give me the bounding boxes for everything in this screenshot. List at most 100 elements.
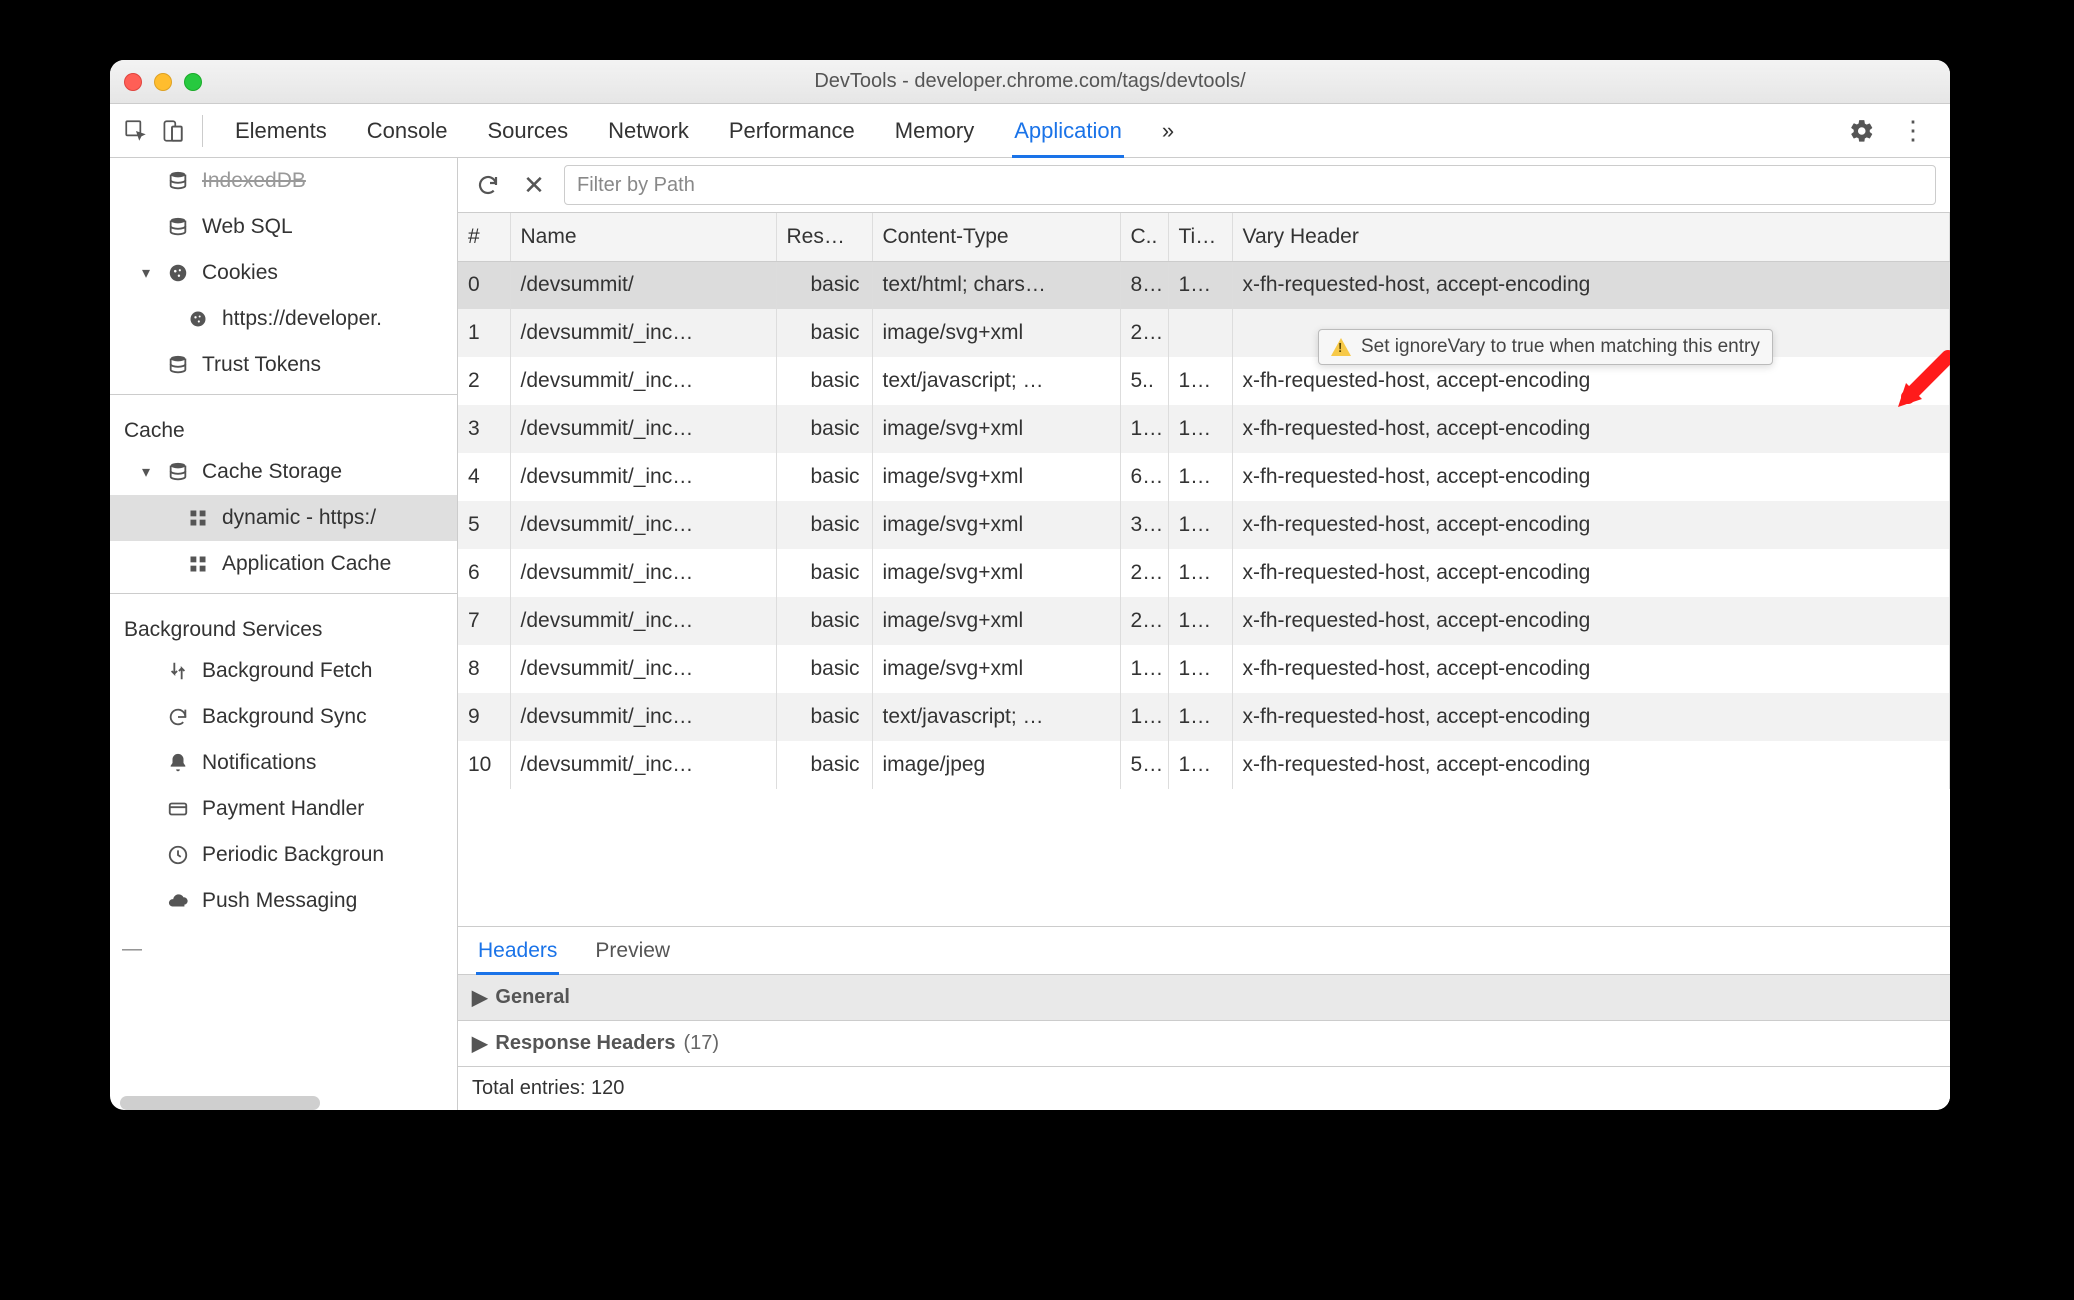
sidebar-item-notifications[interactable]: Notifications <box>110 740 457 786</box>
table-row[interactable]: 9/devsummit/_inc…basictext/javascript; …… <box>458 693 1950 741</box>
col-header-index[interactable]: # <box>458 213 510 261</box>
tab-application[interactable]: Application <box>1012 106 1124 156</box>
table-cell: 1… <box>1168 261 1232 309</box>
table-cell: 2… <box>1120 309 1168 357</box>
minimize-window-button[interactable] <box>154 73 172 91</box>
total-entries: Total entries: 120 <box>458 1067 1950 1110</box>
zoom-window-button[interactable] <box>184 73 202 91</box>
refresh-icon[interactable] <box>472 169 504 201</box>
table-cell: x-fh-requested-host, accept-encoding <box>1232 549 1950 597</box>
sidebar-scrollbar[interactable] <box>120 1096 320 1110</box>
table-row[interactable]: 8/devsummit/_inc…basicimage/svg+xml1…1…x… <box>458 645 1950 693</box>
sidebar-item-cache-dynamic[interactable]: dynamic - https:/ <box>110 495 457 541</box>
warning-icon <box>1331 338 1351 356</box>
sidebar-item-payment-handler[interactable]: Payment Handler <box>110 786 457 832</box>
application-sidebar: IndexedDB Web SQL Cookies https://develo… <box>110 158 458 1110</box>
section-label: Response Headers <box>495 1032 675 1055</box>
col-header-vary[interactable]: Vary Header <box>1232 213 1950 261</box>
table-header-row: # Name Res… Content-Type C.. Ti… Vary He… <box>458 213 1950 261</box>
inspect-element-icon[interactable] <box>120 115 152 147</box>
sidebar-item-periodic-bg[interactable]: Periodic Backgroun <box>110 832 457 878</box>
sidebar-item-cookie-origin[interactable]: https://developer. <box>110 296 457 342</box>
sidebar-item-bg-fetch[interactable]: Background Fetch <box>110 648 457 694</box>
table-cell: 1… <box>1168 501 1232 549</box>
table-cell: image/svg+xml <box>872 645 1120 693</box>
table-cell: /devsummit/_inc… <box>510 405 776 453</box>
table-cell: 6… <box>1120 453 1168 501</box>
table-cell: 4 <box>458 453 510 501</box>
table-cell: basic <box>776 693 872 741</box>
sidebar-resizer[interactable]: — <box>122 938 130 961</box>
table-row[interactable]: 3/devsummit/_inc…basicimage/svg+xml1…1…x… <box>458 405 1950 453</box>
table-cell: basic <box>776 645 872 693</box>
col-header-content-length[interactable]: C.. <box>1120 213 1168 261</box>
tab-console[interactable]: Console <box>365 106 450 156</box>
sidebar-item-label: IndexedDB <box>202 169 306 193</box>
table-row[interactable]: 4/devsummit/_inc…basicimage/svg+xml6…1…x… <box>458 453 1950 501</box>
table-cell: 5 <box>458 501 510 549</box>
table-row[interactable]: 0/devsummit/basictext/html; chars…8…1…x-… <box>458 261 1950 309</box>
table-cell: /devsummit/_inc… <box>510 741 776 789</box>
tab-headers[interactable]: Headers <box>476 929 559 973</box>
sidebar-item-label: Application Cache <box>222 552 391 576</box>
sidebar-item-indexeddb[interactable]: IndexedDB <box>110 158 457 204</box>
table-cell: image/svg+xml <box>872 501 1120 549</box>
table-row[interactable]: 7/devsummit/_inc…basicimage/svg+xml2…1…x… <box>458 597 1950 645</box>
table-cell: image/svg+xml <box>872 597 1120 645</box>
col-header-content-type[interactable]: Content-Type <box>872 213 1120 261</box>
tab-sources[interactable]: Sources <box>485 106 570 156</box>
sidebar-item-cookies[interactable]: Cookies <box>110 250 457 296</box>
sidebar-item-cache-storage[interactable]: Cache Storage <box>110 449 457 495</box>
table-cell <box>1168 309 1232 357</box>
col-header-time[interactable]: Ti… <box>1168 213 1232 261</box>
tab-elements[interactable]: Elements <box>233 106 329 156</box>
sidebar-item-label: Trust Tokens <box>202 353 321 377</box>
table-cell: 1… <box>1168 453 1232 501</box>
sidebar-item-trust-tokens[interactable]: Trust Tokens <box>110 342 457 388</box>
tab-performance[interactable]: Performance <box>727 106 857 156</box>
table-cell: x-fh-requested-host, accept-encoding <box>1232 501 1950 549</box>
table-cell: 1… <box>1168 645 1232 693</box>
delete-selected-icon[interactable]: ✕ <box>518 169 550 201</box>
section-response-headers[interactable]: ▶ Response Headers (17) <box>458 1021 1950 1067</box>
table-row[interactable]: 10/devsummit/_inc…basicimage/jpeg5…1…x-f… <box>458 741 1950 789</box>
section-general[interactable]: ▶ General <box>458 975 1950 1021</box>
section-label: General <box>495 986 569 1009</box>
table-cell: /devsummit/_inc… <box>510 501 776 549</box>
table-cell: 5… <box>1120 741 1168 789</box>
tab-memory[interactable]: Memory <box>893 106 976 156</box>
sidebar-item-websql[interactable]: Web SQL <box>110 204 457 250</box>
table-cell: x-fh-requested-host, accept-encoding <box>1232 261 1950 309</box>
table-cell: 8… <box>1120 261 1168 309</box>
table-cell: basic <box>776 501 872 549</box>
table-cell: basic <box>776 597 872 645</box>
bell-icon <box>166 751 190 775</box>
more-menu-icon[interactable]: ⋮ <box>1898 115 1930 147</box>
tab-network[interactable]: Network <box>606 106 691 156</box>
tab-more[interactable]: » <box>1160 106 1176 156</box>
device-toolbar-icon[interactable] <box>156 115 188 147</box>
table-row[interactable]: 6/devsummit/_inc…basicimage/svg+xml2…1…x… <box>458 549 1950 597</box>
headers-details: ▶ General ▶ Response Headers (17) Total … <box>458 975 1950 1110</box>
table-cell: /devsummit/_inc… <box>510 693 776 741</box>
close-window-button[interactable] <box>124 73 142 91</box>
table-cell: basic <box>776 741 872 789</box>
filter-input[interactable] <box>564 165 1936 205</box>
col-header-response[interactable]: Res… <box>776 213 872 261</box>
sidebar-item-push-messaging[interactable]: Push Messaging <box>110 878 457 924</box>
tab-preview[interactable]: Preview <box>593 929 672 973</box>
table-cell: 3… <box>1120 501 1168 549</box>
table-cell: 1… <box>1168 693 1232 741</box>
sidebar-item-bg-sync[interactable]: Background Sync <box>110 694 457 740</box>
col-header-name[interactable]: Name <box>510 213 776 261</box>
panel-tabs: Elements Console Sources Network Perform… <box>225 106 1840 156</box>
sidebar-item-label: Cookies <box>202 261 278 285</box>
table-cell: basic <box>776 405 872 453</box>
sidebar-item-label: Notifications <box>202 751 316 775</box>
sidebar-item-application-cache[interactable]: Application Cache <box>110 541 457 587</box>
table-row[interactable]: 5/devsummit/_inc…basicimage/svg+xml3…1…x… <box>458 501 1950 549</box>
card-icon <box>166 797 190 821</box>
database-icon <box>166 169 190 193</box>
sidebar-section-cache: Cache <box>110 401 457 449</box>
settings-icon[interactable] <box>1846 115 1878 147</box>
